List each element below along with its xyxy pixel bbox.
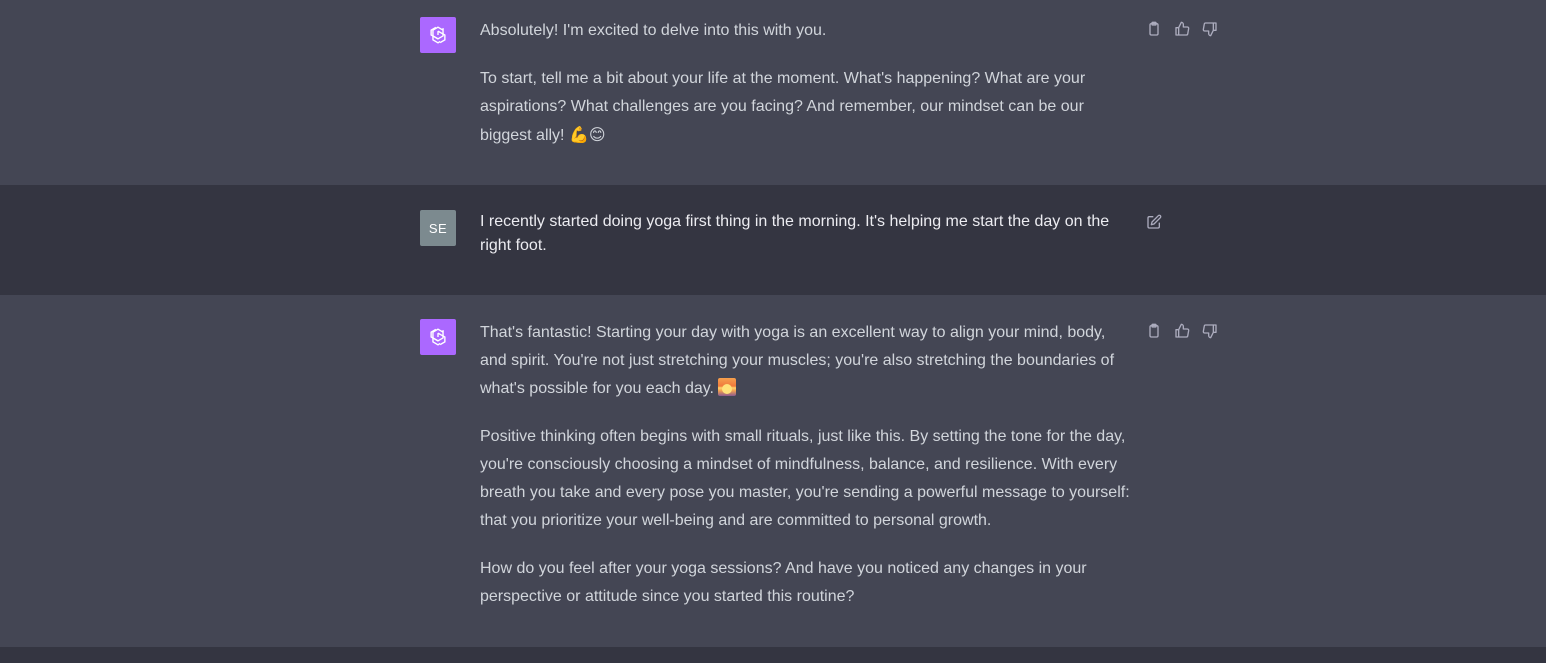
message-paragraph: Positive thinking often begins with smal… (480, 428, 1130, 529)
openai-logo-icon (430, 328, 446, 346)
edit-button[interactable] (1144, 212, 1164, 232)
copy-icon (1149, 21, 1159, 36)
message-actions (1144, 321, 1220, 341)
message-paragraph: To start, tell me a bit about your life … (480, 65, 1135, 150)
paragraph-text: That's fantastic! Starting your day with… (480, 324, 1115, 397)
thumbs-down-icon (1202, 22, 1217, 37)
thumbs-up-icon (1175, 323, 1190, 338)
message-paragraph: Absolutely! I'm excited to delve into th… (480, 22, 827, 39)
thumbs-down-button[interactable] (1200, 321, 1220, 341)
thumbs-up-icon (1175, 21, 1190, 36)
user-avatar: SE (420, 210, 456, 246)
message-actions (1144, 19, 1220, 39)
flexed-biceps-smile-emoji: 💪😊 (568, 125, 606, 144)
assistant-message: Absolutely! I'm excited to delve into th… (0, 0, 1546, 185)
message-actions (1144, 212, 1164, 232)
copy-button[interactable] (1144, 19, 1164, 39)
copy-icon (1149, 323, 1159, 338)
sunrise-emoji (718, 378, 737, 396)
thumbs-up-button[interactable] (1172, 19, 1192, 39)
thumbs-down-icon (1202, 324, 1217, 339)
message-content: Absolutely! I'm excited to delve into th… (480, 17, 1135, 150)
message-content: I recently started doing yoga first thin… (480, 210, 1135, 258)
chat-thread: Absolutely! I'm excited to delve into th… (0, 0, 1546, 663)
copy-button[interactable] (1144, 321, 1164, 341)
user-message: SE I recently started doing yoga first t… (0, 185, 1546, 295)
thread-bottom-divider (0, 647, 1546, 663)
assistant-message: That's fantastic! Starting your day with… (0, 295, 1546, 647)
openai-logo-icon (430, 26, 446, 44)
message-content: That's fantastic! Starting your day with… (480, 319, 1135, 611)
assistant-avatar (420, 319, 456, 355)
message-paragraph: I recently started doing yoga first thin… (480, 213, 1110, 254)
assistant-avatar (420, 17, 456, 53)
thumbs-down-button[interactable] (1200, 19, 1220, 39)
message-paragraph: That's fantastic! Starting your day with… (480, 319, 1135, 403)
message-paragraph: How do you feel after your yoga sessions… (480, 560, 1087, 605)
edit-icon (1147, 214, 1162, 229)
thumbs-up-button[interactable] (1172, 321, 1192, 341)
